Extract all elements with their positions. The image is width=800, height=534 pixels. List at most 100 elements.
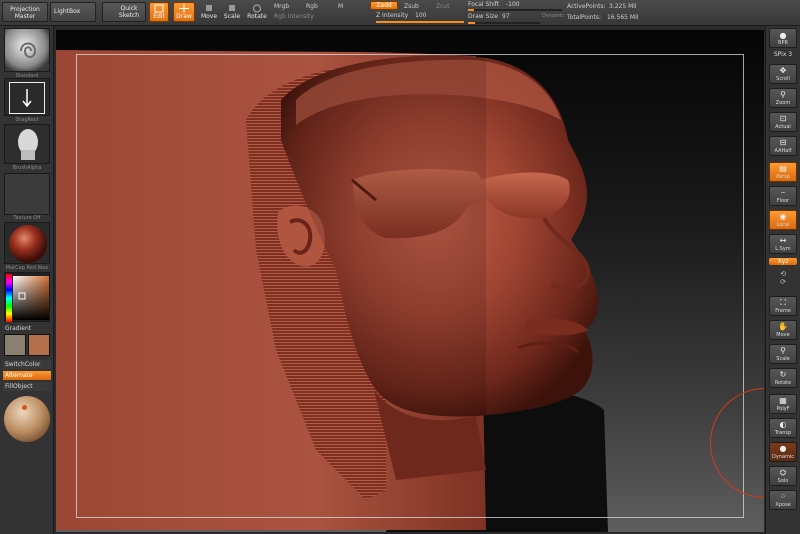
material-icon (9, 225, 47, 263)
top-toolbar: Projection Master LightBox Quick Sketch … (0, 0, 800, 26)
scale-view-icon: ⚲ (780, 346, 786, 355)
fill-object-button[interactable]: FillObject (3, 382, 51, 391)
ghost-button[interactable]: ● Dynamic (769, 442, 797, 462)
floor-label: Floor (776, 198, 790, 204)
draw-button[interactable]: Draw (173, 2, 195, 22)
secondary-color-swatch[interactable] (28, 334, 50, 356)
floor-icon: ⎯ (781, 188, 785, 197)
material-name: MatCap Red Wax (5, 265, 49, 271)
edit-label: Edit (153, 13, 165, 20)
scale-label: Scale (223, 13, 241, 20)
spix-value: 3 (788, 51, 793, 58)
actual-button[interactable]: ⊡ Actual (769, 112, 797, 132)
transp-button[interactable]: ◐ Transp (769, 418, 797, 438)
texture-name: Texture Off (13, 215, 41, 221)
zcut-toggle[interactable]: Zcut (436, 3, 450, 10)
solo-icon: ⛭ (779, 468, 787, 477)
m-toggle[interactable]: M (338, 3, 343, 10)
solo-button[interactable]: ⛭ Solo (769, 466, 797, 486)
scroll-button[interactable]: ✥ Scroll (769, 64, 797, 84)
polyf-button[interactable]: ▦ PolyF (769, 394, 797, 414)
draw-size-label: Draw Size (468, 13, 498, 20)
scale-icon (229, 5, 235, 11)
frame-button[interactable]: ⛶ Frame (769, 296, 797, 316)
z-intensity-slider[interactable]: Z Intensity 100 (376, 11, 464, 23)
spix-slider[interactable]: SPix 3 (769, 51, 797, 58)
stroke-selector[interactable] (4, 78, 50, 116)
draw-label: Draw (176, 13, 192, 20)
draw-size-value: 97 (502, 13, 510, 20)
rotate-button[interactable]: Rotate (246, 2, 268, 22)
ghost-icon: ● (779, 444, 787, 453)
lsym-button[interactable]: ↔ L.Sym (769, 234, 797, 254)
switch-color-button[interactable]: SwitchColor (3, 360, 51, 369)
transp-icon: ◐ (779, 420, 787, 429)
dynamic-toggle[interactable]: Dynamic (542, 13, 564, 19)
brush-preview-dot (22, 405, 27, 410)
actual-label: Actual (775, 124, 791, 130)
rgb-toggle[interactable]: Rgb (306, 3, 318, 10)
rotate-z-icon: ⟳ (780, 278, 786, 286)
quick-sketch-button[interactable]: Quick Sketch (102, 2, 146, 22)
zadd-toggle[interactable]: Zadd (370, 1, 398, 10)
move-view-button[interactable]: ✋ Move (769, 320, 797, 340)
rotate-view-button[interactable]: ↻ Rotate (769, 368, 797, 388)
persp-button[interactable]: ▤ Persp (769, 162, 797, 182)
focal-shift-label: Focal Shift (468, 1, 500, 8)
stroke-icon (22, 89, 32, 108)
scale-view-label: Scale (776, 356, 790, 362)
local-button[interactable]: ◉ Local (769, 210, 797, 230)
alternate-toggle[interactable]: Alternate (3, 371, 51, 380)
main-color-swatch[interactable] (4, 334, 26, 356)
brush-icon (20, 42, 37, 58)
xpose-button[interactable]: ⁘ Xpose (769, 490, 797, 510)
material-selector[interactable] (4, 222, 50, 264)
brush-selector[interactable] (4, 28, 50, 72)
active-points-value: 3.225 Mil (609, 3, 637, 10)
aahalf-icon: ⊟ (779, 138, 787, 147)
actual-icon: ⊡ (779, 114, 787, 123)
rgb-intensity-slider[interactable]: Rgb Intensity (274, 13, 314, 20)
frame-icon: ⛶ (780, 298, 786, 307)
rotate-view-icon: ↻ (779, 370, 787, 379)
document-canvas[interactable] (56, 30, 764, 532)
focal-shift-slider[interactable]: Focal Shift -100 (468, 0, 562, 12)
move-button[interactable]: Move (199, 2, 219, 22)
projection-frame-guide (76, 54, 744, 518)
draw-size-track (468, 22, 540, 24)
xpose-icon: ⁘ (779, 492, 787, 501)
color-picker[interactable] (4, 272, 50, 322)
projection-master-button[interactable]: Projection Master (2, 2, 48, 22)
scale-button[interactable]: Scale (222, 2, 242, 22)
gradient-toggle[interactable]: Gradient (3, 324, 51, 333)
scroll-icon: ✥ (779, 66, 787, 75)
mrgb-toggle[interactable]: Mrgb (274, 3, 289, 10)
rotate-mode-icons[interactable]: ⟲ ⟳ (769, 270, 797, 286)
alpha-selector[interactable] (4, 124, 50, 164)
local-icon: ◉ (779, 212, 787, 221)
alpha-name: BrushAlpha (12, 165, 42, 171)
xyz-toggle[interactable]: Xyz (769, 258, 797, 265)
z-intensity-track (376, 21, 464, 23)
move-view-label: Move (776, 332, 790, 338)
texture-selector[interactable] (4, 173, 50, 215)
zoom-icon: ⚲ (780, 90, 786, 99)
rotate-view-label: Rotate (774, 380, 792, 386)
floor-button[interactable]: ⎯ Floor (769, 186, 797, 206)
total-points-value: 16.565 Mil (607, 14, 639, 21)
lsym-label: L.Sym (775, 246, 791, 252)
lightbox-button[interactable]: LightBox (50, 2, 96, 22)
aahalf-button[interactable]: ⊟ AAHalf (769, 136, 797, 156)
zoom-button[interactable]: ⚲ Zoom (769, 88, 797, 108)
scroll-label: Scroll (776, 76, 790, 82)
zsub-toggle[interactable]: Zsub (404, 3, 419, 10)
focal-shift-value: -100 (506, 1, 520, 8)
scale-view-button[interactable]: ⚲ Scale (769, 344, 797, 364)
edit-button[interactable]: Edit (149, 2, 169, 22)
polyf-label: PolyF (776, 406, 790, 412)
alpha-icon (18, 129, 38, 160)
bpr-button[interactable]: ● BPR (769, 28, 797, 48)
draw-size-slider[interactable]: Draw Size 97 Dynamic (468, 12, 564, 24)
texture-icon (5, 174, 49, 214)
draw-icon (179, 4, 189, 13)
